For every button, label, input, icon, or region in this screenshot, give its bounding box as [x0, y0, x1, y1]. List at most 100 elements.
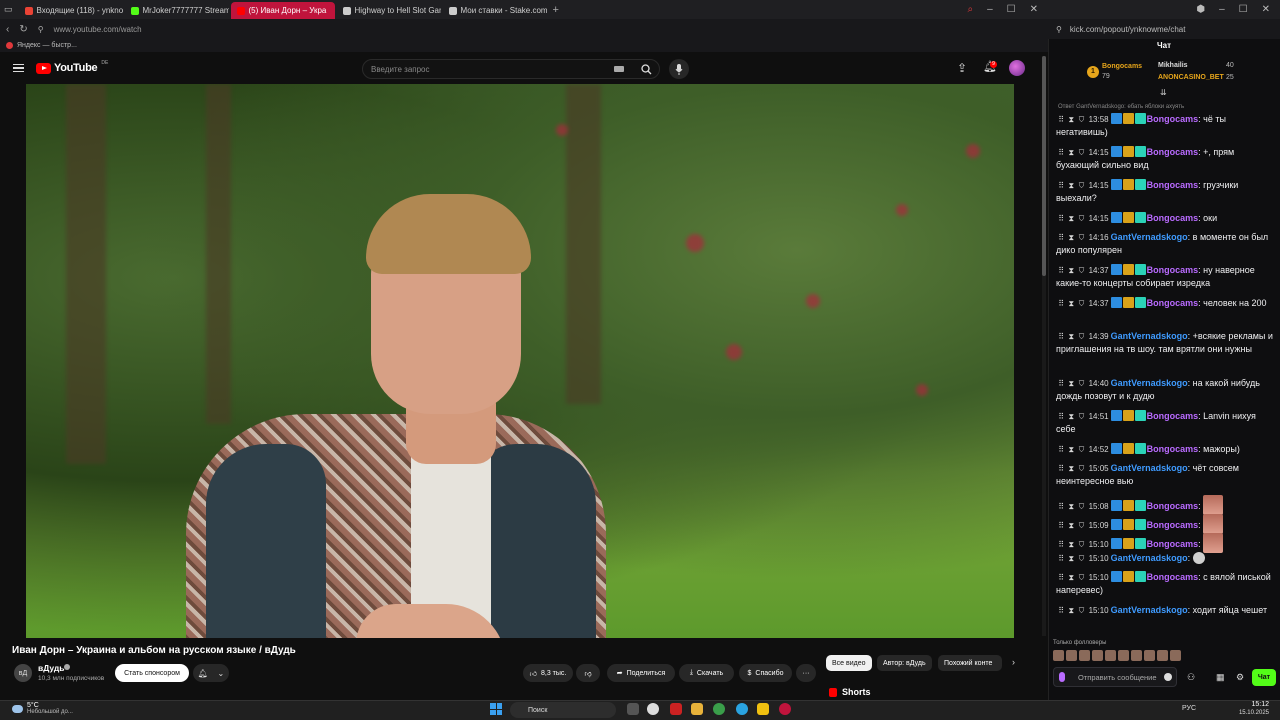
clock-time[interactable]: 15:12	[1229, 701, 1269, 708]
chat-message[interactable]: ⠿ ⧗ ⛉ 15:10 Bongocams:	[1056, 533, 1274, 553]
emote-icon[interactable]	[1053, 650, 1064, 661]
back-icon[interactable]: ‹	[6, 24, 9, 35]
youtube-logo[interactable]: YouTube DE	[36, 60, 108, 74]
dislike-button[interactable]: 👎︎	[576, 664, 600, 682]
message-username[interactable]: Bongocams	[1147, 213, 1199, 223]
chat-message[interactable]: ⠿ ⧗ ⛉ 15:10 GantVernadskogo: ходит яйца ч…	[1056, 604, 1274, 617]
maximize-button[interactable]: ☐	[1239, 4, 1248, 15]
chat-message[interactable]: ⠿ ⧗ ⛉ 15:10 GantVernadskogo:	[1056, 552, 1274, 565]
account-avatar[interactable]	[1009, 60, 1025, 76]
app-icon[interactable]	[670, 703, 682, 715]
chat-settings-icon[interactable]: ⚙	[1236, 672, 1244, 683]
voice-search-button[interactable]	[669, 59, 689, 79]
reload-icon[interactable]: ↻	[19, 24, 27, 35]
site-info-icon[interactable]: ⚲	[1056, 25, 1062, 34]
close-window-button[interactable]: ✕	[1030, 4, 1038, 15]
more-actions-button[interactable]: ···	[796, 664, 816, 682]
chat-message[interactable]: ⠿ ⧗ ⛉ 14:15 Bongocams: оки	[1056, 212, 1274, 225]
browser-tab[interactable]: (5) Иван Дорн – Укра	[230, 2, 335, 19]
leaderboard-first-name[interactable]: Bongocams	[1102, 63, 1142, 70]
bookmark-yandex[interactable]: Яндекс — быстр...	[17, 42, 77, 49]
clock-date[interactable]: 15.10.2025	[1229, 710, 1269, 716]
chat-tools-icon[interactable]: ⚇	[1187, 672, 1195, 683]
message-username[interactable]: Bongocams	[1147, 265, 1199, 275]
message-username[interactable]: GantVernadskogo	[1111, 232, 1188, 242]
channel-name[interactable]: вДудь	[38, 663, 65, 673]
message-username[interactable]: GantVernadskogo	[1111, 553, 1188, 563]
emoji-icon[interactable]	[1164, 673, 1172, 681]
emote-icon[interactable]	[1066, 650, 1077, 661]
chat-message[interactable]: ⠿ ⧗ ⛉ 14:16 GantVernadskogo: в моменте он…	[1056, 231, 1274, 257]
emote-icon[interactable]	[1105, 650, 1116, 661]
message-username[interactable]: GantVernadskogo	[1111, 378, 1188, 388]
chat-message[interactable]: ⠿ ⧗ ⛉ 13:58 Bongocams: чё ты негативишь)	[1056, 113, 1274, 139]
chat-message[interactable]: ⠿ ⧗ ⛉ 14:52 Bongocams: мажоры)	[1056, 443, 1274, 456]
site-info-icon[interactable]: ⚲	[38, 25, 44, 34]
filter-chip[interactable]: Похожий конте	[938, 655, 1002, 671]
message-username[interactable]: Bongocams	[1147, 298, 1199, 308]
chat-message[interactable]: ⠿ ⧗ ⛉ 14:40 GantVernadskogo: на какой ниб…	[1056, 377, 1274, 403]
thanks-button[interactable]: $ Спасибо	[739, 664, 792, 682]
leaderboard-third-name[interactable]: ANONCASINO_BET	[1158, 74, 1224, 81]
download-button[interactable]: ⤓ Скачать	[679, 664, 734, 682]
chat-message-input[interactable]: Отправить сообщение	[1053, 667, 1177, 687]
chat-message[interactable]: ⠿ ⧗ ⛉ 15:10 Bongocams: с вялой писькой на…	[1056, 571, 1274, 597]
message-username[interactable]: Bongocams	[1147, 539, 1199, 549]
maximize-button[interactable]: ☐	[1007, 4, 1016, 15]
sponsor-button[interactable]: Стать спонсором	[115, 664, 189, 682]
share-button[interactable]: ➦ Поделиться	[607, 664, 675, 682]
scrollbar-thumb[interactable]	[1042, 56, 1046, 276]
url-field[interactable]: www.youtube.com/watch	[54, 25, 142, 34]
chat-message[interactable]: ⠿ ⧗ ⛉ 14:51 Bongocams: Lanvin нихуя себе	[1056, 410, 1274, 436]
emote-icon[interactable]	[1170, 650, 1181, 661]
message-username[interactable]: Bongocams	[1147, 444, 1199, 454]
message-username[interactable]: Bongocams	[1147, 572, 1199, 582]
emote-icon[interactable]	[1144, 650, 1155, 661]
subscription-bell-button[interactable]: 🔔︎ ⌄	[193, 664, 229, 682]
chat-message[interactable]: ⠿ ⧗ ⛉ 14:15 Bongocams: +, прям бухающий с…	[1056, 146, 1274, 172]
chevron-right-icon[interactable]: ›	[1012, 657, 1015, 667]
leaderboard-second-name[interactable]: Mikhailis	[1158, 62, 1188, 69]
window-menu-icon[interactable]: ▭	[4, 4, 13, 15]
message-username[interactable]: GantVernadskogo	[1111, 605, 1188, 615]
chat-message[interactable]: ⠿ ⧗ ⛉ 14:39 GantVernadskogo: +всякие рекл…	[1056, 330, 1274, 356]
minimize-button[interactable]: –	[1219, 4, 1225, 15]
message-username[interactable]: GantVernadskogo	[1111, 463, 1188, 473]
chrome-icon[interactable]	[713, 703, 725, 715]
chat-send-button[interactable]: Чат	[1252, 669, 1276, 686]
chat-message[interactable]: ⠿ ⧗ ⛉ 15:08 Bongocams:	[1056, 495, 1274, 515]
chat-message[interactable]: ⠿ ⧗ ⛉ 14:15 Bongocams: грузчики выехали?	[1056, 179, 1274, 205]
input-language[interactable]: РУС	[1182, 705, 1196, 712]
sticky-notes-icon[interactable]	[757, 703, 769, 715]
filter-chip[interactable]: Автор: вДудь	[877, 655, 932, 671]
expand-pinned-icon[interactable]: ⇊	[1160, 88, 1167, 97]
emote-icon[interactable]	[1157, 650, 1168, 661]
close-window-button[interactable]: ✕	[1262, 4, 1270, 15]
chat-gift-icon[interactable]: ▦	[1216, 672, 1225, 683]
extensions-icon[interactable]: ⬢	[1196, 4, 1205, 15]
upload-icon[interactable]: ⇪	[957, 61, 967, 75]
chat-message[interactable]: ⠿ ⧗ ⛉ 15:05 GantVernadskogo: чёт совсем н…	[1056, 462, 1274, 488]
keyboard-icon[interactable]	[614, 66, 624, 72]
opera-icon[interactable]	[779, 703, 791, 715]
task-view-icon[interactable]	[627, 703, 639, 715]
new-tab-button[interactable]: +	[553, 4, 559, 16]
emote-icon[interactable]	[1118, 650, 1129, 661]
message-username[interactable]: Bongocams	[1147, 501, 1199, 511]
browser-tab[interactable]: Highway to Hell Slot Gam	[337, 2, 441, 19]
filter-chip[interactable]: Все видео	[826, 655, 872, 671]
browser-tab[interactable]: MrJoker7777777 Stream	[125, 2, 229, 19]
browser-tab[interactable]: Мои ставки - Stake.com	[443, 2, 547, 19]
emote-icon[interactable]	[1092, 650, 1103, 661]
like-button[interactable]: 👍︎ 8,3 тыс.	[523, 664, 573, 682]
chat-message[interactable]: ⠿ ⧗ ⛉ 15:09 Bongocams:	[1056, 514, 1274, 534]
message-username[interactable]: Bongocams	[1147, 147, 1199, 157]
minimize-button[interactable]: –	[987, 4, 993, 15]
chat-url-field[interactable]: kick.com/popout/ynknowme/chat	[1070, 25, 1186, 34]
file-explorer-icon[interactable]	[691, 703, 703, 715]
microphone-icon[interactable]	[1059, 672, 1065, 682]
message-username[interactable]: Bongocams	[1147, 411, 1199, 421]
emote-icon[interactable]	[1131, 650, 1142, 661]
search-tabs-icon[interactable]: ⌕	[967, 4, 973, 15]
telegram-icon[interactable]	[736, 703, 748, 715]
